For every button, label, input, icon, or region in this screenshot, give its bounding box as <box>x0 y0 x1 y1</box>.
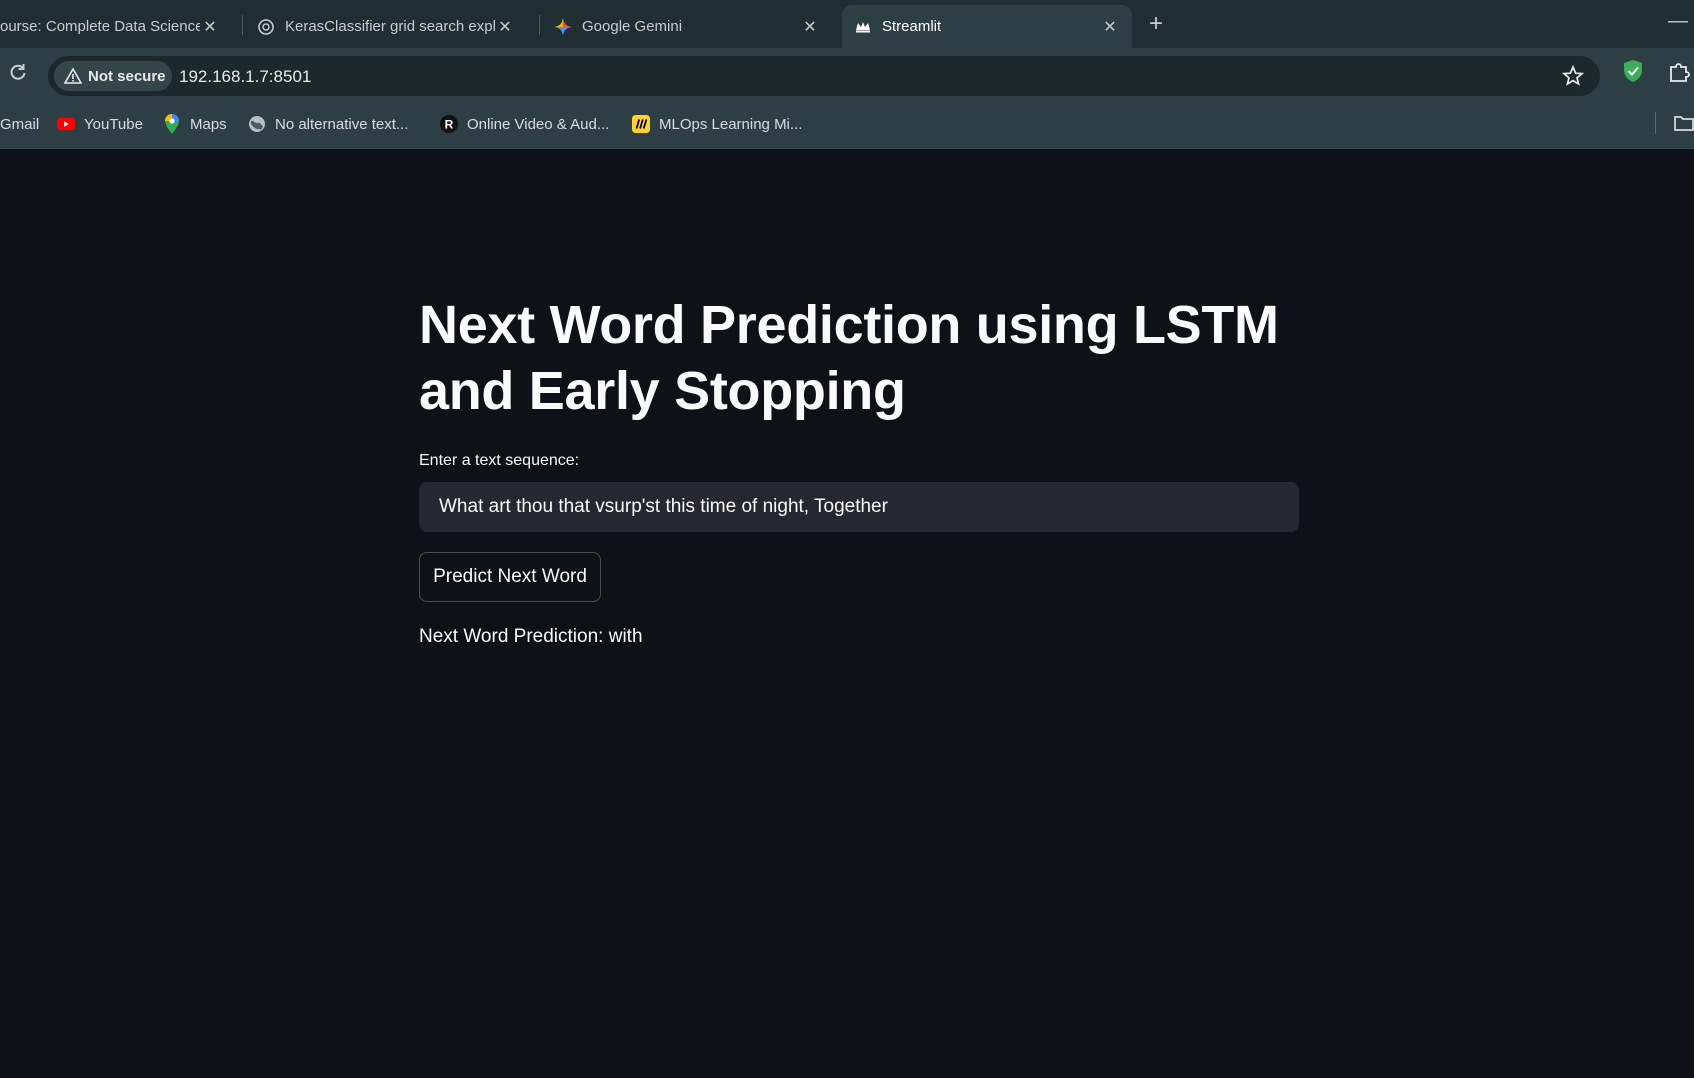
svg-text:R: R <box>445 118 454 132</box>
bookmarks-divider <box>1655 112 1656 134</box>
security-label: Not secure <box>88 67 166 85</box>
url-text[interactable]: 192.168.1.7:8501 <box>179 67 311 87</box>
close-icon[interactable]: ✕ <box>1100 17 1120 37</box>
bookmark-label: Maps <box>190 115 227 133</box>
warning-icon <box>64 67 82 84</box>
address-bar[interactable]: Not secure 192.168.1.7:8501 <box>48 56 1600 96</box>
close-icon[interactable]: ✕ <box>495 17 515 37</box>
page-title: Next Word Prediction using LSTM and Earl… <box>419 295 1279 421</box>
bookmark-label: No alternative text... <box>275 115 409 133</box>
tab-title: Google Gemini <box>582 18 683 35</box>
tab-title: ourse: Complete Data Science <box>0 18 200 35</box>
text-sequence-label: Enter a text sequence: <box>419 452 580 469</box>
tab-kerasclassifier[interactable]: KerasClassifier grid search expla ✕ <box>245 5 527 48</box>
bookmark-mlops[interactable]: MLOps Learning Mi... <box>632 114 802 134</box>
bookmark-no-alt-text[interactable]: No alternative text... <box>248 114 408 134</box>
youtube-icon <box>57 115 75 133</box>
tab-streamlit[interactable]: Streamlit ✕ <box>842 5 1132 48</box>
bookmark-online-video[interactable]: R Online Video & Aud... <box>440 114 609 134</box>
tab-google-gemini[interactable]: Google Gemini ✕ <box>542 5 832 48</box>
extensions-puzzle-icon[interactable] <box>1668 60 1690 87</box>
tab-separator <box>242 15 243 35</box>
tab-strip: ourse: Complete Data Science ✕ KerasClas… <box>0 0 1694 48</box>
bookmark-label: MLOps Learning Mi... <box>659 115 803 133</box>
tab-data-science-course[interactable]: ourse: Complete Data Science ✕ <box>0 5 232 48</box>
folder-icon[interactable] <box>1674 114 1694 137</box>
bookmark-label: Online Video & Aud... <box>467 115 610 133</box>
prediction-result: Next Word Prediction: with <box>419 626 643 647</box>
bookmark-label: Gmail <box>0 115 40 133</box>
gemini-icon <box>554 17 572 36</box>
predict-next-word-button[interactable]: Predict Next Word <box>419 552 601 602</box>
text-sequence-input[interactable] <box>419 482 1299 532</box>
r-logo-icon: R <box>440 115 458 133</box>
shield-extension-icon[interactable] <box>1622 59 1644 88</box>
streamlit-icon <box>854 18 872 36</box>
tab-separator <box>539 15 540 35</box>
close-icon[interactable]: ✕ <box>200 17 220 37</box>
new-tab-button[interactable]: + <box>1146 10 1166 38</box>
tab-title: Streamlit <box>882 18 942 35</box>
globe-icon <box>248 115 266 133</box>
bookmark-label: YouTube <box>84 115 143 133</box>
bookmark-star-icon[interactable] <box>1561 64 1585 92</box>
bookmarks-bar: Gmail YouTube Maps No alternative text..… <box>0 100 1694 149</box>
bookmark-maps[interactable]: Maps <box>163 114 227 134</box>
openai-icon <box>257 18 275 36</box>
tab-title: KerasClassifier grid search expla <box>285 18 495 35</box>
reload-icon[interactable] <box>8 62 28 82</box>
bookmark-gmail[interactable]: Gmail <box>0 114 39 134</box>
miro-icon <box>632 115 650 133</box>
security-chip[interactable]: Not secure <box>54 61 172 91</box>
minimize-window-button[interactable]: — <box>1668 10 1688 33</box>
close-icon[interactable]: ✕ <box>800 17 820 37</box>
maps-icon <box>163 114 181 134</box>
browser-toolbar: Not secure 192.168.1.7:8501 <box>0 48 1694 100</box>
bookmark-youtube[interactable]: YouTube <box>57 114 143 134</box>
